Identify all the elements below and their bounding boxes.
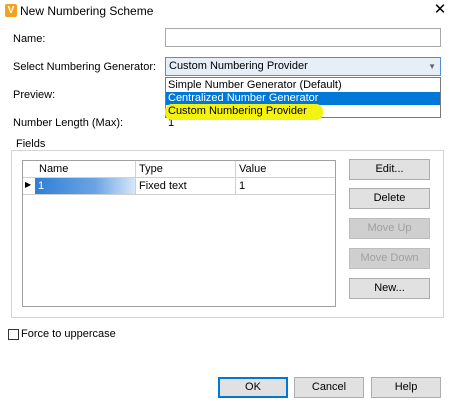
generator-select[interactable]: Custom Numbering Provider ▼ <box>165 57 441 76</box>
generator-label: Select Numbering Generator: <box>13 61 157 73</box>
generator-select-value: Custom Numbering Provider <box>169 60 308 72</box>
force-uppercase-checkbox[interactable] <box>8 329 19 340</box>
fields-table[interactable]: Name Type Value ▶ 1 Fixed text 1 <box>22 160 336 307</box>
fields-group-label: Fields <box>16 138 46 150</box>
move-up-button[interactable]: Move Up <box>349 218 430 239</box>
column-divider <box>235 161 236 178</box>
help-button[interactable]: Help <box>371 377 441 398</box>
app-logo-icon: V <box>5 4 17 17</box>
column-header-value[interactable]: Value <box>239 163 266 175</box>
row-value-cell[interactable]: 1 <box>239 180 245 192</box>
new-button[interactable]: New... <box>349 278 430 299</box>
column-divider <box>135 161 136 178</box>
column-divider <box>135 178 136 194</box>
ok-button[interactable]: OK <box>218 377 288 398</box>
chevron-down-icon: ▼ <box>428 62 436 71</box>
window-title: New Numbering Scheme <box>20 4 154 18</box>
column-header-name[interactable]: Name <box>39 163 68 175</box>
generator-dropdown: Simple Number Generator (Default) Centra… <box>165 77 441 120</box>
name-label: Name: <box>13 33 46 45</box>
generator-option-simple[interactable]: Simple Number Generator (Default) <box>166 79 440 92</box>
row-indicator-icon: ▶ <box>25 180 32 189</box>
move-down-button[interactable]: Move Down <box>349 248 430 269</box>
table-row[interactable]: ▶ 1 Fixed text 1 <box>23 178 335 195</box>
length-label: Number Length (Max): <box>13 117 124 129</box>
column-header-type[interactable]: Type <box>139 163 163 175</box>
preview-label: Preview: <box>13 89 56 101</box>
force-uppercase-label: Force to uppercase <box>21 328 116 340</box>
title-bar: V New Numbering Scheme ✕ <box>0 0 454 22</box>
row-name-cell[interactable]: 1 <box>35 178 135 194</box>
table-header: Name Type Value <box>23 161 335 178</box>
cancel-button[interactable]: Cancel <box>294 377 364 398</box>
delete-button[interactable]: Delete <box>349 188 430 209</box>
close-icon[interactable]: ✕ <box>432 1 448 19</box>
column-divider <box>235 178 236 194</box>
name-input[interactable] <box>165 28 441 47</box>
generator-option-custom[interactable]: Custom Numbering Provider <box>166 105 440 118</box>
edit-button[interactable]: Edit... <box>349 159 430 180</box>
row-type-cell[interactable]: Fixed text <box>139 180 187 192</box>
